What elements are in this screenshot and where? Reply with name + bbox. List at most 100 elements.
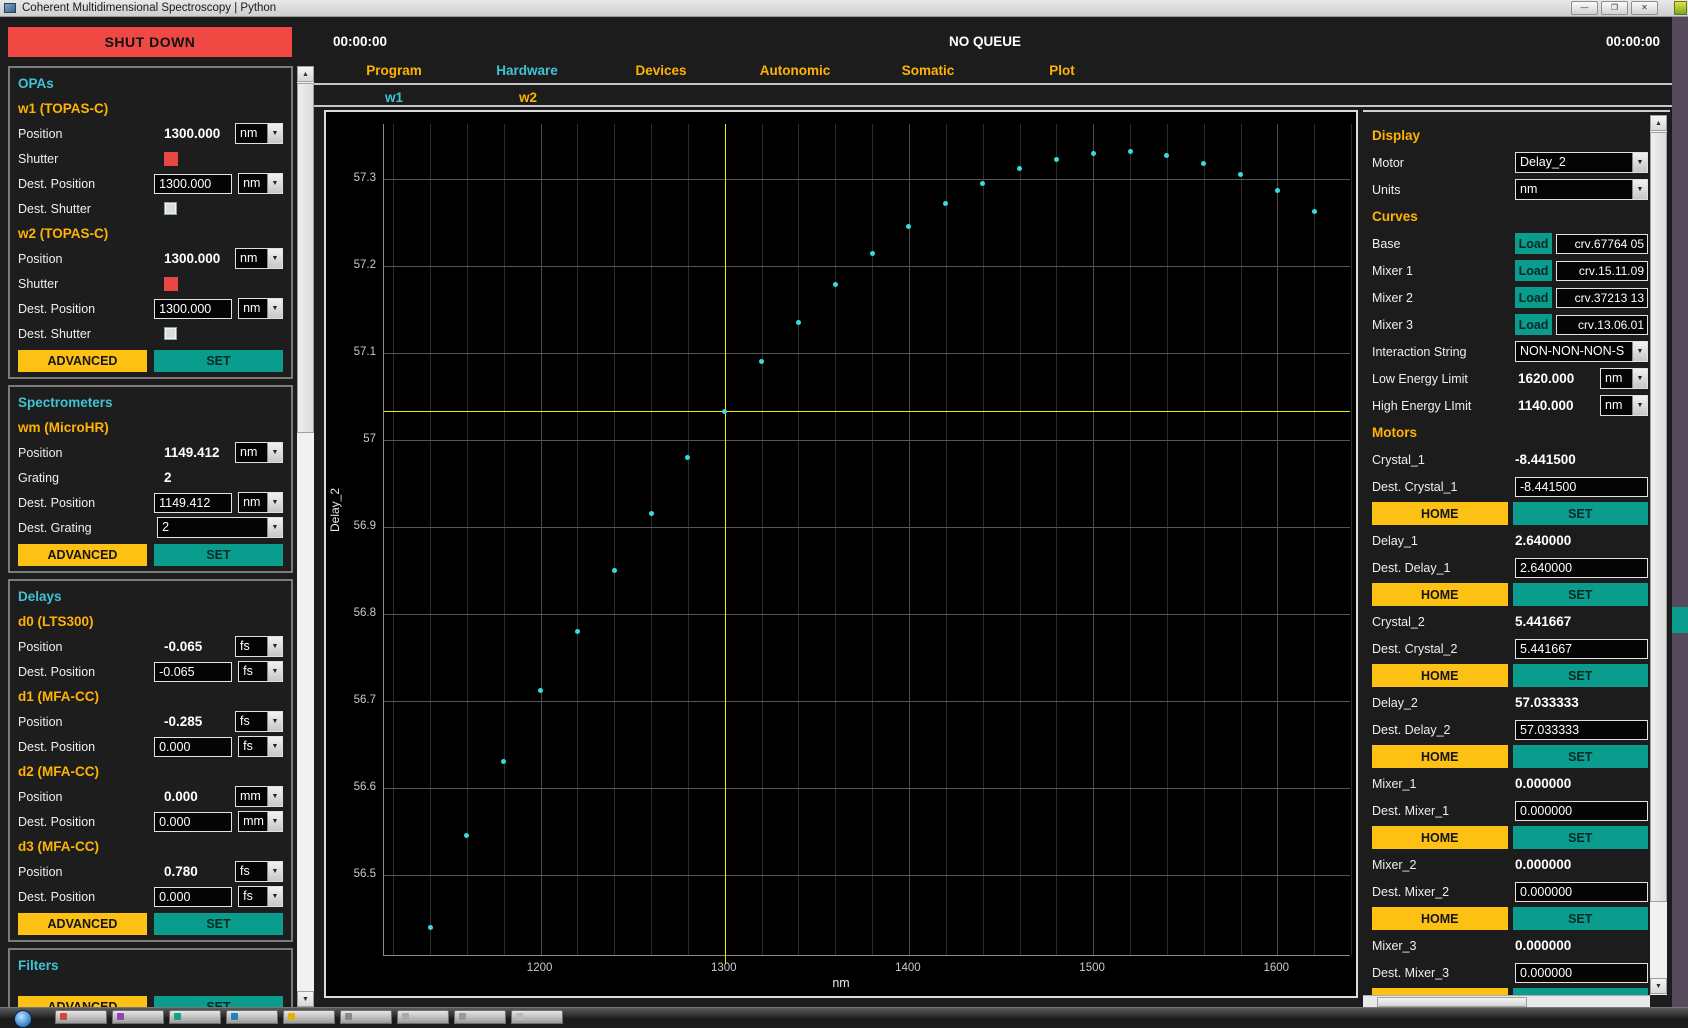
curve-file-field[interactable]: 13.06.01.crv (1556, 315, 1648, 335)
taskbar-app-button[interactable] (397, 1010, 449, 1024)
taskbar-app-button[interactable] (454, 1010, 506, 1024)
units-select[interactable]: mm▼ (235, 786, 283, 807)
motor-dest-row-input[interactable] (1515, 639, 1648, 659)
curve-file-field[interactable]: 15.11.09.crv (1556, 261, 1648, 281)
home-button[interactable]: HOME (1372, 907, 1508, 930)
units-select[interactable]: mm▼ (238, 811, 283, 832)
taskbar-app-button[interactable] (226, 1010, 278, 1024)
tab-somatic[interactable]: Somatic (902, 63, 955, 78)
motor-dest-row-input[interactable] (1515, 558, 1648, 578)
advanced-button[interactable]: ADVANCED (18, 996, 147, 1007)
taskbar-app-button[interactable] (55, 1010, 107, 1024)
set-button[interactable]: SET (154, 913, 283, 935)
windows-taskbar[interactable] (0, 1007, 1688, 1018)
restore-button[interactable]: ❐ (1601, 1, 1628, 15)
advanced-button[interactable]: ADVANCED (18, 544, 147, 566)
taskbar-app-button[interactable] (283, 1010, 335, 1024)
load-button[interactable]: Load (1515, 233, 1552, 254)
scroll-up-icon[interactable]: ▲ (297, 66, 314, 82)
sidebar-scrollbar[interactable]: ▲ ▼ (297, 66, 314, 1007)
taskbar-app-button[interactable] (340, 1010, 392, 1024)
dest-shutter-checkbox[interactable] (164, 202, 177, 215)
scroll-down-icon[interactable]: ▼ (297, 991, 314, 1007)
units-select[interactable]: nm▼ (238, 492, 283, 513)
motor-panel-scrollbar-thumb[interactable] (1650, 132, 1667, 902)
dest-position-row-input[interactable] (154, 812, 232, 832)
units-select[interactable]: fs▼ (238, 661, 283, 682)
units-select[interactable]: nm▼ (1600, 368, 1648, 389)
motor-dest-row-input[interactable] (1515, 882, 1648, 902)
units-select[interactable]: nm▼ (1600, 395, 1648, 416)
taskbar-app-button[interactable] (169, 1010, 221, 1024)
scroll-down-icon[interactable]: ▼ (1650, 978, 1667, 994)
set-button[interactable]: SET (154, 544, 283, 566)
start-orb-icon[interactable] (14, 1010, 32, 1028)
curve-file-field[interactable]: 05 67764.crv (1556, 234, 1648, 254)
shutdown-button[interactable]: SHUT DOWN (8, 27, 292, 57)
units-select[interactable]: fs▼ (235, 711, 283, 732)
set-button[interactable]: SET (1513, 826, 1649, 849)
home-button[interactable]: HOME (1372, 664, 1508, 687)
motor-tune-plot[interactable]: Delay_2 nm 56.556.656.756.856.95757.157.… (324, 110, 1358, 998)
units-select[interactable]: nm▼ (235, 248, 283, 269)
taskbar-app-button[interactable] (511, 1010, 563, 1024)
motor-panel-hscrollbar[interactable] (1363, 995, 1650, 1007)
scroll-up-icon[interactable]: ▲ (1650, 115, 1667, 131)
subtab-w2[interactable]: w2 (519, 90, 537, 105)
sidebar-scrollbar-thumb[interactable] (297, 83, 314, 433)
set-button[interactable]: SET (154, 996, 283, 1007)
motor-panel-scrollbar[interactable]: ▲ ▼ (1650, 115, 1667, 995)
dest-position-row-input[interactable] (154, 887, 232, 907)
motor-row-select[interactable]: Delay_2▼ (1515, 152, 1648, 173)
set-button[interactable]: SET (1513, 745, 1649, 768)
dest-position-row-input[interactable] (154, 493, 232, 513)
set-button[interactable]: SET (154, 350, 283, 372)
tab-hardware[interactable]: Hardware (496, 63, 558, 78)
home-button[interactable]: HOME (1372, 583, 1508, 606)
units-select[interactable]: nm▼ (238, 298, 283, 319)
home-button[interactable]: HOME (1372, 826, 1508, 849)
units-select[interactable]: fs▼ (238, 736, 283, 757)
advanced-button[interactable]: ADVANCED (18, 350, 147, 372)
dest-grating-row-select[interactable]: 2▼ (157, 517, 283, 538)
units-row-select[interactable]: nm▼ (1515, 179, 1648, 200)
motor-panel-hscrollbar-thumb[interactable] (1377, 997, 1527, 1007)
units-select[interactable]: fs▼ (238, 886, 283, 907)
data-point (538, 688, 543, 693)
units-select[interactable]: nm▼ (235, 442, 283, 463)
units-select[interactable]: fs▼ (235, 636, 283, 657)
tab-devices[interactable]: Devices (635, 63, 686, 78)
dest-position-row-input[interactable] (154, 299, 232, 319)
dest-position-row-input[interactable] (154, 662, 232, 682)
units-select[interactable]: fs▼ (235, 861, 283, 882)
dest-position-row-input[interactable] (154, 737, 232, 757)
dest-shutter-checkbox[interactable] (164, 327, 177, 340)
set-button[interactable]: SET (1513, 907, 1649, 930)
motor-dest-row-input[interactable] (1515, 477, 1648, 497)
units-select[interactable]: nm▼ (238, 173, 283, 194)
taskbar-app-button[interactable] (112, 1010, 164, 1024)
tab-autonomic[interactable]: Autonomic (760, 63, 831, 78)
set-button[interactable]: SET (1513, 502, 1649, 525)
close-button[interactable]: ✕ (1631, 1, 1658, 15)
motor-dest-row-input[interactable] (1515, 801, 1648, 821)
home-button[interactable]: HOME (1372, 745, 1508, 768)
home-button[interactable]: HOME (1372, 502, 1508, 525)
motor-dest-row-input[interactable] (1515, 963, 1648, 983)
units-select[interactable]: nm▼ (235, 123, 283, 144)
minimize-button[interactable]: — (1571, 1, 1598, 15)
load-button[interactable]: Load (1515, 287, 1552, 308)
tab-plot[interactable]: Plot (1049, 63, 1075, 78)
subtab-w1[interactable]: w1 (385, 90, 403, 105)
curve-file-field[interactable]: 13 37213.crv (1556, 288, 1648, 308)
position-row: Position1149.412nm▼ (18, 440, 283, 465)
dest-position-row-input[interactable] (154, 174, 232, 194)
load-button[interactable]: Load (1515, 314, 1552, 335)
interaction-row-select[interactable]: NON-NON-NON-S▼ (1515, 341, 1648, 362)
advanced-button[interactable]: ADVANCED (18, 913, 147, 935)
tab-program[interactable]: Program (366, 63, 422, 78)
set-button[interactable]: SET (1513, 664, 1649, 687)
set-button[interactable]: SET (1513, 583, 1649, 606)
motor-dest-row-input[interactable] (1515, 720, 1648, 740)
load-button[interactable]: Load (1515, 260, 1552, 281)
